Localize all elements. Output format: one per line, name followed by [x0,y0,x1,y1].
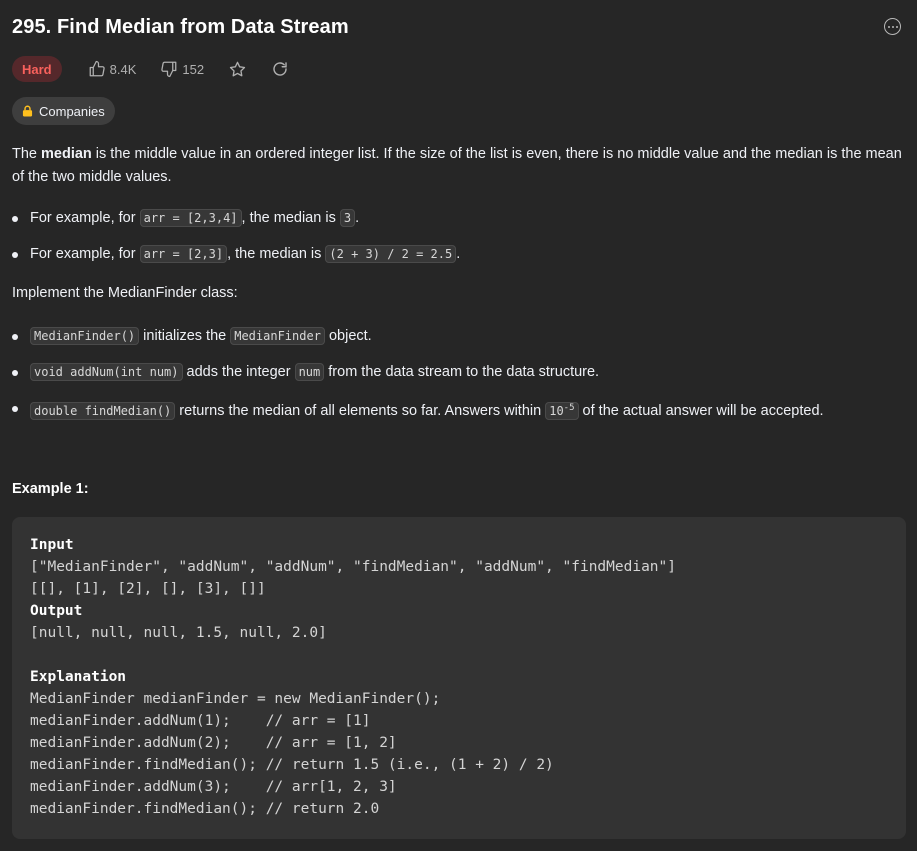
bullet-text: , the median is [227,246,326,262]
bullet-text: initializes the [139,328,231,344]
inline-code: num [294,363,325,381]
explanation-label: Explanation [30,669,127,685]
exponent-base: 10 [549,404,564,418]
lock-icon [22,105,33,117]
explanation-line: medianFinder.addNum(3); // arr[1, 2, 3] [30,779,397,795]
explanation-line: medianFinder.addNum(2); // arr = [1, 2] [30,735,397,751]
share-button[interactable] [271,60,289,78]
example-code-block: Input ["MedianFinder", "addNum", "addNum… [12,517,906,839]
inline-code: MedianFinder [230,327,325,345]
bullet-text: For example, for [30,210,140,226]
problem-page: 295. Find Median from Data Stream Hard 8… [0,0,917,851]
inline-code-exponent: 10-5 [545,402,579,420]
favorite-button[interactable] [228,60,247,79]
input-label: Input [30,537,74,553]
share-icon [273,62,287,76]
bullet-text: For example, for [30,246,140,262]
companies-label: Companies [39,103,105,119]
bullet-text: from the data stream to the data structu… [324,364,600,380]
output-line: [null, null, null, 1.5, null, 2.0] [30,625,327,641]
like-button[interactable]: 8.4K [88,60,137,78]
intro-bold: median [41,146,92,162]
example-bullet-2: For example, for arr = [2,3], the median… [12,243,460,266]
inline-code: 3 [339,209,356,227]
inline-code: arr = [2,3,4] [139,209,242,227]
companies-button[interactable]: Companies [12,97,115,125]
explanation-line: medianFinder.addNum(1); // arr = [1] [30,713,371,729]
dislike-count: 152 [182,61,205,77]
intro-text-a: The [12,146,42,162]
inline-code: void addNum(int num) [30,363,183,381]
method-bullet-1: MedianFinder() initializes the MedianFin… [12,325,372,348]
method-bullet-2: void addNum(int num) adds the integer nu… [12,361,599,384]
star-icon [229,61,246,76]
implement-text: Implement the MedianFinder class: [12,285,238,301]
explanation-line: medianFinder.findMedian(); // return 1.5… [30,757,554,773]
input-line-1: ["MedianFinder", "addNum", "addNum", "fi… [30,559,677,575]
thumbs-down-icon [161,61,177,78]
problem-intro: The median is the middle value in an ord… [12,143,902,189]
method-bullet-3: double findMedian() returns the median o… [12,397,824,423]
bullet-text: adds the integer [182,364,295,380]
problem-title: 295. Find Median from Data Stream [12,16,349,38]
example-bullet-1: For example, for arr = [2,3,4], the medi… [12,207,359,230]
like-count: 8.4K [109,61,137,77]
example-title: Example 1: [12,481,89,497]
inline-code: arr = [2,3] [139,245,228,263]
explanation-line: MedianFinder medianFinder = new MedianFi… [30,691,441,707]
bullet-text: . [456,246,461,262]
bullet-text: object. [324,328,372,344]
bullet-text: . [355,210,360,226]
more-icon[interactable] [884,18,901,35]
input-line-2: [[], [1], [2], [], [3], []] [30,581,266,597]
bullet-text: of the actual answer will be accepted. [578,403,824,419]
explanation-line: medianFinder.findMedian(); // return 2.0 [30,801,380,817]
inline-code: MedianFinder() [30,327,140,345]
thumbs-up-icon [89,60,105,77]
output-label: Output [30,603,83,619]
exponent-power: -5 [563,403,575,413]
bullet-text: , the median is [241,210,340,226]
meta-row: Hard 8.4K 152 [12,56,289,82]
inline-code: (2 + 3) / 2 = 2.5 [325,245,457,263]
bullet-text: returns the median of all elements so fa… [175,403,546,419]
intro-text-b: is the middle value in an ordered intege… [12,146,902,185]
inline-code: double findMedian() [30,402,176,420]
difficulty-badge: Hard [12,56,62,82]
dislike-button[interactable]: 152 [160,60,204,78]
